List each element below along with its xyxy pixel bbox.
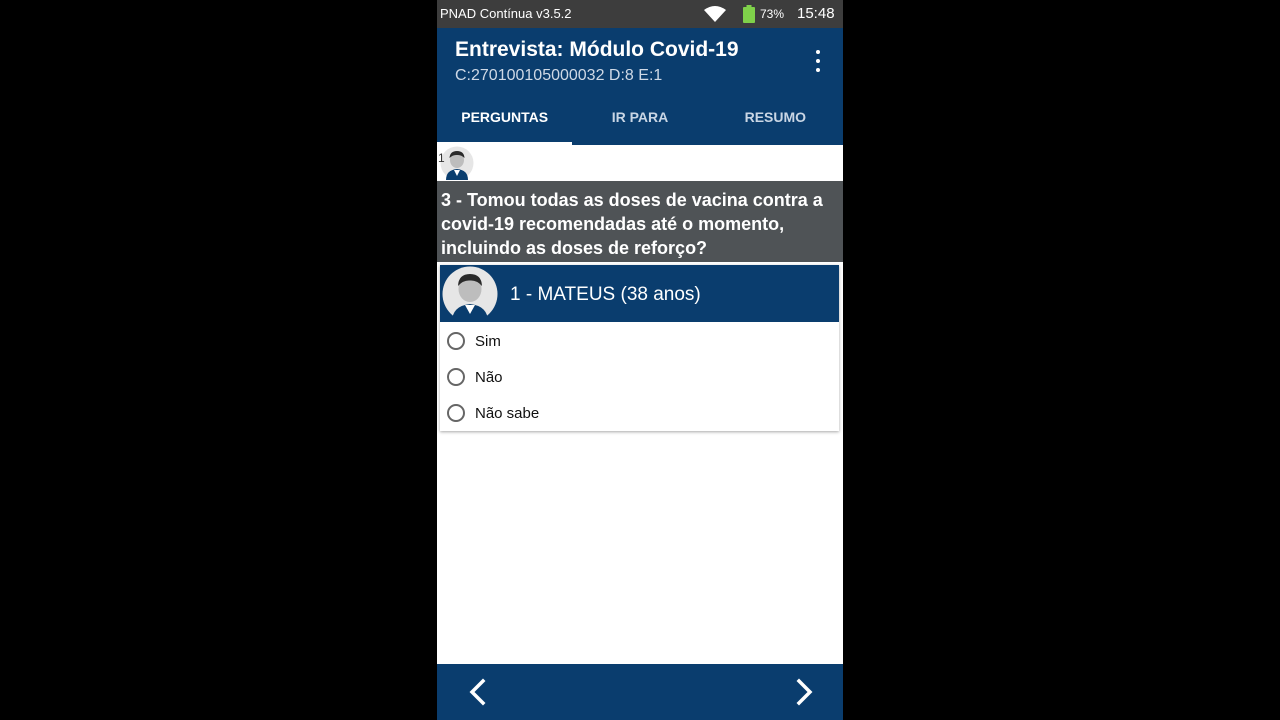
option-sim[interactable]: Sim [447, 329, 501, 353]
option-nao[interactable]: Não [447, 365, 503, 389]
question-text: 3 - Tomou todas as doses de vacina contr… [437, 181, 843, 262]
page-subtitle: C:270100105000032 D:8 E:1 [455, 67, 663, 84]
member-strip: 1 [437, 145, 843, 181]
radio-button[interactable] [447, 368, 465, 386]
radio-button[interactable] [447, 332, 465, 350]
wifi-icon [704, 6, 726, 22]
status-bar: PNAD Contínua v3.5.2 73% 15:48 [437, 0, 843, 28]
option-label: Não sabe [475, 404, 540, 422]
option-nao-sabe[interactable]: Não sabe [447, 401, 539, 425]
clock: 15:48 [797, 5, 835, 22]
member-avatar-icon[interactable] [440, 146, 474, 180]
tab-perguntas[interactable]: PERGUNTAS [437, 90, 573, 145]
chevron-left-icon[interactable] [465, 678, 493, 706]
option-label: Não [475, 368, 503, 386]
more-vert-icon[interactable] [811, 50, 825, 72]
person-name: 1 - MATEUS (38 anos) [510, 284, 701, 305]
app-bar: Entrevista: Módulo Covid-19 C:2701001050… [437, 28, 843, 145]
member-number: 1 [438, 151, 445, 165]
tab-resumo[interactable]: RESUMO [708, 90, 843, 145]
phone-screen: PNAD Contínua v3.5.2 73% 15:48 Entrevist… [437, 0, 843, 720]
tab-ir-para[interactable]: IR PARA [572, 90, 707, 145]
person-avatar-icon [442, 266, 498, 322]
battery-icon [743, 5, 755, 23]
radio-button[interactable] [447, 404, 465, 422]
chevron-right-icon[interactable] [789, 678, 817, 706]
app-version: PNAD Contínua v3.5.2 [440, 6, 572, 21]
option-label: Sim [475, 332, 501, 350]
bottom-nav-bar [437, 664, 843, 720]
person-header: 1 - MATEUS (38 anos) [440, 265, 839, 322]
person-card: 1 - MATEUS (38 anos) Sim Não Não sabe [440, 265, 839, 431]
tab-bar: PERGUNTAS IR PARA RESUMO [437, 90, 843, 145]
battery-percent: 73% [760, 7, 785, 21]
page-title: Entrevista: Módulo Covid-19 [455, 38, 739, 61]
